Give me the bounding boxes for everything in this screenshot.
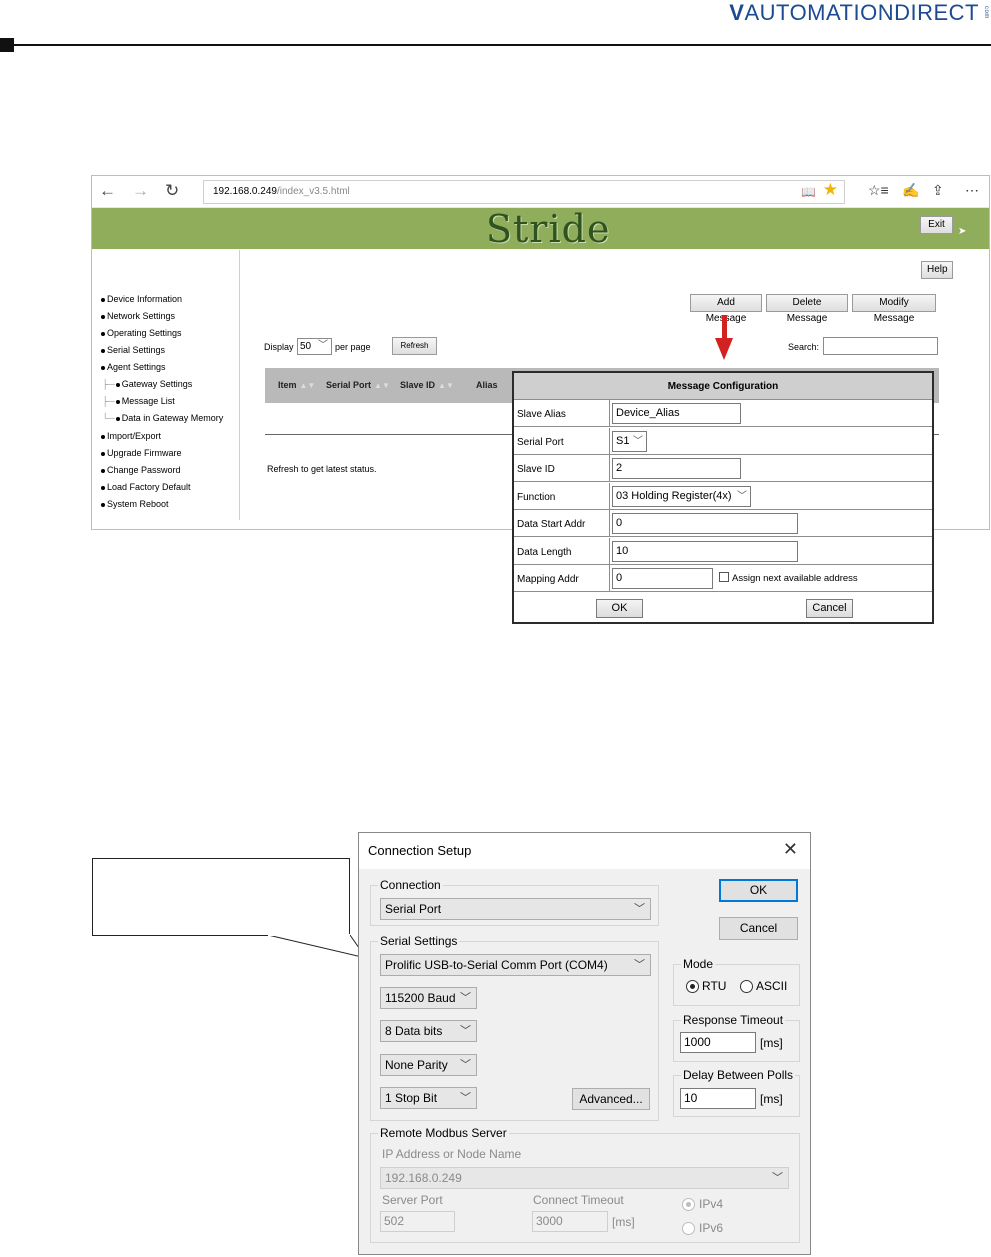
advanced-button[interactable]: Advanced... (572, 1088, 650, 1110)
connect-timeout-label: Connect Timeout (533, 1193, 624, 1207)
ip-address-label: IP Address or Node Name (382, 1147, 522, 1161)
remote-modbus-server-label: Remote Modbus Server (378, 1126, 509, 1140)
response-timeout-input[interactable]: 1000 (680, 1032, 756, 1053)
rtu-label: RTU (702, 979, 727, 993)
response-timeout-unit: [ms] (760, 1036, 783, 1050)
dialog-title: Connection Setup (359, 833, 810, 869)
connect-timeout-input: 3000 (532, 1211, 608, 1232)
delay-between-polls-input[interactable]: 10 (680, 1088, 756, 1109)
stop-bit-select[interactable]: 1 Stop Bit ﹀ (380, 1087, 477, 1109)
ascii-radio[interactable] (740, 980, 753, 993)
close-icon[interactable]: ✕ (783, 839, 798, 860)
chevron-down-icon: ﹀ (634, 959, 645, 971)
server-port-label: Server Port (382, 1193, 443, 1207)
server-port-input: 502 (380, 1211, 455, 1232)
ipv6-label: IPv6 (699, 1221, 724, 1235)
mode-group-label: Mode (681, 957, 716, 971)
chevron-down-icon: ﹀ (460, 1059, 471, 1071)
chevron-down-icon: ﹀ (460, 1092, 471, 1104)
ipv4-radio (682, 1198, 695, 1211)
serial-settings-group-label: Serial Settings (378, 934, 460, 948)
connection-group-label: Connection (378, 878, 443, 892)
chevron-down-icon: ﹀ (772, 1172, 783, 1184)
delay-between-polls-label: Delay Between Polls (681, 1068, 796, 1082)
ipv6-radio (682, 1222, 695, 1235)
chevron-down-icon: ﹀ (634, 903, 645, 915)
parity-select[interactable]: None Parity ﹀ (380, 1054, 477, 1076)
cancel-button[interactable]: Cancel (719, 917, 798, 940)
connection-select[interactable]: Serial Port ﹀ (380, 898, 651, 920)
ascii-label: ASCII (756, 979, 788, 993)
connect-timeout-unit: [ms] (612, 1215, 635, 1229)
ipv4-label: IPv4 (699, 1197, 724, 1211)
rtu-radio[interactable] (686, 980, 699, 993)
delay-between-polls-unit: [ms] (760, 1092, 783, 1106)
connection-setup-dialog: Connection Setup ✕ Connection Serial Por… (358, 832, 811, 1255)
baud-rate-select[interactable]: 115200 Baud ﹀ (380, 987, 477, 1009)
response-timeout-label: Response Timeout (681, 1013, 786, 1027)
ok-button[interactable]: OK (719, 879, 798, 902)
com-port-select[interactable]: Prolific USB-to-Serial Comm Port (COM4) ﹀ (380, 954, 651, 976)
ip-address-select: 192.168.0.249 ﹀ (380, 1167, 789, 1189)
data-bits-select[interactable]: 8 Data bits ﹀ (380, 1020, 477, 1042)
chevron-down-icon: ﹀ (460, 992, 471, 1004)
chevron-down-icon: ﹀ (460, 1025, 471, 1037)
